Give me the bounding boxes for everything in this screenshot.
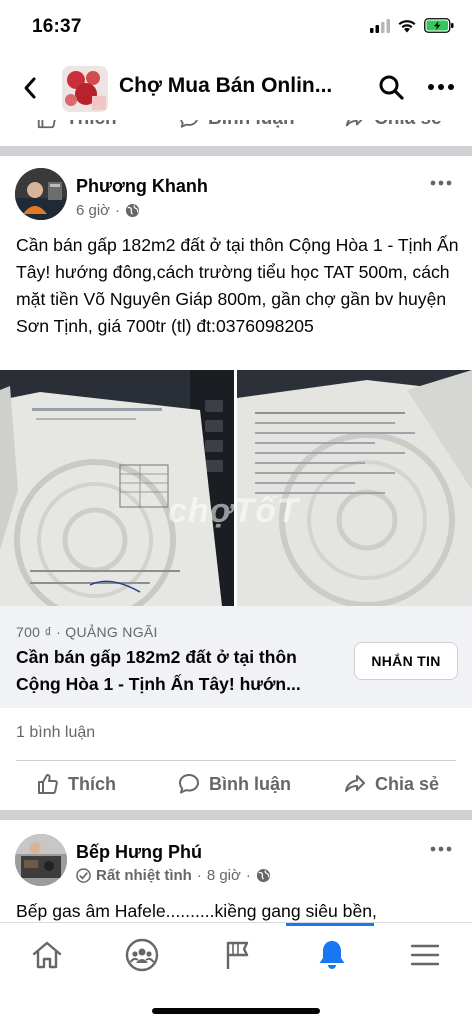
watermark: chợTốT — [168, 492, 299, 530]
search-button[interactable] — [374, 70, 408, 104]
tab-menu[interactable] — [397, 935, 453, 975]
post-photos[interactable]: chợTốT — [0, 370, 472, 606]
post-actions: Thích Bình luận Chia sẻ — [0, 766, 472, 806]
post-header: Phương Khanh 6 giờ · — [0, 160, 472, 230]
listing-price-location: 700 ₫ · QUẢNG NGÃI — [16, 624, 158, 640]
status-time: 16:37 — [32, 16, 82, 37]
badge-icon — [76, 868, 91, 883]
group-name[interactable]: Chợ Mua Bán Onlin... — [119, 74, 349, 98]
land-document-photo-left[interactable] — [0, 370, 234, 606]
more-options-button[interactable] — [424, 70, 458, 104]
meta-dot: · — [115, 202, 121, 219]
tab-groups[interactable] — [114, 935, 170, 975]
post-author[interactable]: Phương Khanh — [76, 176, 208, 197]
chevron-left-icon — [24, 77, 36, 99]
status-icons — [370, 18, 454, 33]
post-meta: 6 giờ · — [76, 202, 140, 219]
globe-icon — [256, 868, 270, 883]
meta-dot: · — [196, 867, 202, 884]
post-divider — [16, 760, 456, 761]
status-bar: 16:37 — [0, 0, 472, 56]
prev-share-button[interactable]: Chia sẻ — [344, 120, 442, 130]
search-icon — [379, 75, 404, 100]
thumbs-up-icon — [37, 120, 56, 129]
thumbs-up-icon — [38, 774, 58, 794]
battery-charging-icon — [424, 18, 454, 33]
comment-bubble-icon — [179, 774, 199, 794]
avatar[interactable] — [15, 834, 67, 886]
post2-author[interactable]: Bếp Hưng Phú — [76, 842, 202, 863]
home-icon — [32, 941, 62, 969]
cellular-signal-icon — [370, 18, 390, 33]
more-dots-icon — [430, 846, 452, 852]
post-time[interactable]: 6 giờ — [76, 202, 110, 219]
post2-more-button[interactable] — [424, 836, 458, 862]
post2-badge[interactable]: Rất nhiệt tình — [96, 867, 192, 884]
like-button[interactable]: Thích — [36, 772, 116, 796]
prev-like-button[interactable]: Thích — [36, 120, 117, 130]
meta-dot: · — [245, 867, 251, 884]
comment-count[interactable]: 1 bình luận — [16, 724, 95, 742]
comment-button[interactable]: Bình luận — [177, 772, 291, 796]
post2-meta: Rất nhiệt tình · 8 giờ · — [76, 867, 271, 884]
avatar[interactable] — [15, 168, 67, 220]
land-document-photo-right[interactable] — [237, 370, 472, 606]
feed-separator — [0, 146, 472, 156]
post-text: Cần bán gấp 182m2 đất ở tại thôn Cộng Hò… — [16, 235, 459, 336]
wifi-icon — [398, 20, 416, 33]
comment-bubble-icon — [180, 120, 198, 128]
marketplace-listing[interactable]: 700 ₫ · QUẢNG NGÃI Cần bán gấp 182m2 đất… — [0, 606, 472, 708]
share-button[interactable]: Chia sẻ — [343, 772, 439, 796]
tab-pages[interactable] — [209, 935, 265, 975]
share-arrow-icon — [345, 120, 363, 127]
tab-notifications[interactable] — [304, 935, 360, 975]
listing-title[interactable]: Cần bán gấp 182m2 đất ở tại thôn Cộng Hò… — [16, 644, 346, 698]
post2-header: Bếp Hưng Phú Rất nhiệt tình · 8 giờ · — [0, 830, 472, 894]
home-indicator[interactable] — [152, 1008, 320, 1014]
active-tab-indicator — [286, 923, 374, 926]
globe-icon — [125, 203, 140, 218]
more-dots-icon — [428, 84, 454, 90]
previous-post-actions: Thích Bình luận Chia sẻ — [0, 120, 472, 146]
prev-comment-button[interactable]: Bình luận — [178, 120, 295, 130]
more-dots-icon — [430, 180, 452, 186]
group-header: Chợ Mua Bán Onlin... — [0, 56, 472, 120]
post2-time[interactable]: 8 giờ — [207, 867, 241, 884]
message-seller-button[interactable]: NHẮN TIN — [354, 642, 458, 680]
menu-icon — [410, 944, 440, 966]
groups-icon — [125, 938, 159, 972]
post-more-button[interactable] — [424, 170, 458, 196]
feed-separator — [0, 810, 472, 820]
tab-home[interactable] — [19, 935, 75, 975]
pages-flag-icon — [226, 941, 249, 969]
group-thumbnail[interactable] — [62, 66, 108, 112]
back-button[interactable] — [14, 72, 46, 104]
share-arrow-icon — [345, 775, 365, 792]
notifications-bell-icon — [319, 941, 345, 969]
